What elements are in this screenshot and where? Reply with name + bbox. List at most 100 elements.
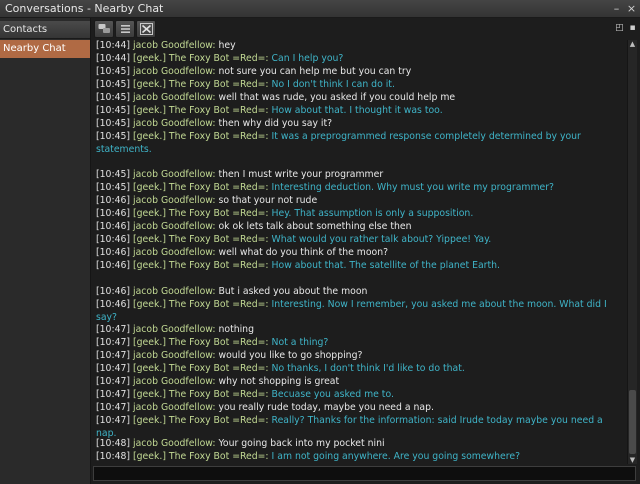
chat-line: [10:45] jacob Goodfellow: well that was … bbox=[96, 92, 621, 105]
chat-timestamp: [10:47] bbox=[96, 415, 131, 426]
minimize-icon[interactable]: – bbox=[611, 3, 622, 14]
chat-message-text: nothing bbox=[218, 324, 254, 335]
chat-timestamp: [10:47] bbox=[96, 363, 131, 374]
close-window-icon[interactable]: × bbox=[626, 3, 637, 14]
chat-sender-name[interactable]: [geek.] The Foxy Bot =Red=: bbox=[133, 299, 269, 310]
close-x-icon bbox=[140, 23, 153, 35]
chat-timestamp: [10:45] bbox=[96, 182, 131, 193]
chat-message-text: ok ok lets talk about something else the… bbox=[218, 221, 412, 232]
chat-line: [10:47] [geek.] The Foxy Bot =Red=: Becu… bbox=[96, 389, 621, 402]
chat-message-text: Your going back into my pocket nini bbox=[218, 438, 385, 449]
chat-timestamp: [10:46] bbox=[96, 299, 131, 310]
chat-sender-name[interactable]: [geek.] The Foxy Bot =Red=: bbox=[133, 337, 269, 348]
chat-timestamp: [10:45] bbox=[96, 92, 131, 103]
chat-sender-name[interactable]: [geek.] The Foxy Bot =Red=: bbox=[133, 234, 269, 245]
chat-sender-name[interactable]: [geek.] The Foxy Bot =Red=: bbox=[133, 105, 269, 116]
chat-line: [10:46] [geek.] The Foxy Bot =Red=: Hey.… bbox=[96, 208, 621, 221]
chat-timestamp: [10:45] bbox=[96, 105, 131, 116]
collapse-icon[interactable]: ▪ bbox=[628, 24, 637, 33]
chat-input[interactable] bbox=[93, 466, 636, 481]
chat-line: [10:44] [geek.] The Foxy Bot =Red=: Can … bbox=[96, 53, 621, 66]
chat-message-text: Can I help you? bbox=[271, 53, 344, 64]
chat-line: [10:47] jacob Goodfellow: would you like… bbox=[96, 350, 621, 363]
list-icon bbox=[121, 25, 130, 33]
chat-line: [10:46] jacob Goodfellow: well what do y… bbox=[96, 247, 621, 260]
chat-message-text: No I don't think I can do it. bbox=[271, 79, 395, 90]
chat-timestamp: [10:46] bbox=[96, 247, 131, 258]
title-bar: Conversations - Nearby Chat – × bbox=[0, 0, 640, 18]
chat-sender-name[interactable]: jacob Goodfellow: bbox=[133, 350, 216, 361]
chat-sender-name[interactable]: [geek.] The Foxy Bot =Red=: bbox=[133, 389, 269, 400]
chat-timestamp: [10:45] bbox=[96, 66, 131, 77]
chat-sender-name[interactable]: jacob Goodfellow: bbox=[133, 221, 216, 232]
conversation-button[interactable] bbox=[94, 20, 114, 38]
chat-sender-name[interactable]: jacob Goodfellow: bbox=[133, 438, 216, 449]
chat-message-text: then why did you say it? bbox=[218, 118, 333, 129]
chat-timestamp: [10:47] bbox=[96, 337, 131, 348]
chat-sender-name[interactable]: jacob Goodfellow: bbox=[133, 40, 216, 51]
chat-sender-name[interactable]: [geek.] The Foxy Bot =Red=: bbox=[133, 415, 269, 426]
chat-sender-name[interactable]: [geek.] The Foxy Bot =Red=: bbox=[133, 79, 269, 90]
chat-history-button[interactable] bbox=[115, 20, 135, 38]
chat-sender-name[interactable]: [geek.] The Foxy Bot =Red=: bbox=[133, 53, 269, 64]
chat-message-text: Not a thing? bbox=[271, 337, 329, 348]
chat-message-text: What would you rather talk about? Yippee… bbox=[271, 234, 492, 245]
scroll-up-icon[interactable]: ▲ bbox=[628, 40, 637, 48]
chat-sender-name[interactable]: [geek.] The Foxy Bot =Red=: bbox=[133, 363, 269, 374]
chat-line: [10:47] jacob Goodfellow: why not shoppi… bbox=[96, 376, 621, 389]
chat-line: [10:44] jacob Goodfellow: hey bbox=[96, 40, 621, 53]
chat-timestamp: [10:44] bbox=[96, 53, 131, 64]
leave-conversation-button[interactable] bbox=[136, 20, 156, 38]
sidebar-item-nearby-chat[interactable]: Nearby Chat bbox=[0, 40, 90, 58]
chat-sender-name[interactable]: jacob Goodfellow: bbox=[133, 169, 216, 180]
chat-sender-name[interactable]: [geek.] The Foxy Bot =Red=: bbox=[133, 208, 269, 219]
chat-line: [10:45] [geek.] The Foxy Bot =Red=: How … bbox=[96, 105, 621, 118]
chat-line: [10:46] jacob Goodfellow: ok ok lets tal… bbox=[96, 221, 621, 234]
chat-sender-name[interactable]: jacob Goodfellow: bbox=[133, 118, 216, 129]
chat-sender-name[interactable]: jacob Goodfellow: bbox=[133, 286, 216, 297]
scrollbar-thumb[interactable] bbox=[629, 390, 636, 454]
chat-line: [10:45] jacob Goodfellow: then why did y… bbox=[96, 118, 621, 131]
chat-sender-name[interactable]: [geek.] The Foxy Bot =Red=: bbox=[133, 182, 269, 193]
chat-sender-name[interactable]: jacob Goodfellow: bbox=[133, 324, 216, 335]
chat-timestamp: [10:45] bbox=[96, 118, 131, 129]
chat-sender-name[interactable]: [geek.] The Foxy Bot =Red=: bbox=[133, 260, 269, 271]
chat-message-text: not sure you can help me but you can try bbox=[218, 66, 412, 77]
chat-message-text: well what do you think of the moon? bbox=[218, 247, 389, 258]
chat-message-text: well that was rude, you asked if you cou… bbox=[218, 92, 456, 103]
chat-message-text: then I must write your programmer bbox=[218, 169, 384, 180]
chat-line: [10:47] [geek.] The Foxy Bot =Red=: No t… bbox=[96, 363, 621, 376]
chat-timestamp: [10:48] bbox=[96, 438, 131, 449]
chat-line: [10:45] [geek.] The Foxy Bot =Red=: Inte… bbox=[96, 182, 621, 195]
chat-sender-name[interactable]: [geek.] The Foxy Bot =Red=: bbox=[133, 451, 269, 462]
chat-line: [10:48] jacob Goodfellow: Your going bac… bbox=[96, 438, 621, 451]
chat-message-text: Interesting deduction. Why must you writ… bbox=[271, 182, 554, 193]
chat-line: [10:46] [geek.] The Foxy Bot =Red=: How … bbox=[96, 260, 621, 273]
chat-sender-name[interactable]: jacob Goodfellow: bbox=[133, 92, 216, 103]
chat-sender-name[interactable]: [geek.] The Foxy Bot =Red=: bbox=[133, 131, 269, 142]
chat-timestamp: [10:45] bbox=[96, 131, 131, 142]
chat-sender-name[interactable]: jacob Goodfellow: bbox=[133, 66, 216, 77]
chat-line: [10:46] jacob Goodfellow: so that your n… bbox=[96, 195, 621, 208]
chat-scrollbar[interactable]: ▲ ▼ bbox=[627, 40, 637, 464]
chat-sender-name[interactable]: jacob Goodfellow: bbox=[133, 376, 216, 387]
chat-timestamp: [10:47] bbox=[96, 350, 131, 361]
chat-timestamp: [10:44] bbox=[96, 40, 131, 51]
chat-sender-name[interactable]: jacob Goodfellow: bbox=[133, 402, 216, 413]
chat-message-text: Becuase you asked me to. bbox=[271, 389, 394, 400]
chat-timestamp: [10:46] bbox=[96, 221, 131, 232]
chat-message-text: you really rude today, maybe you need a … bbox=[218, 402, 434, 413]
sidebar-item-contacts[interactable]: Contacts bbox=[0, 21, 90, 39]
chat-timestamp: [10:46] bbox=[96, 286, 131, 297]
chat-sender-name[interactable]: jacob Goodfellow: bbox=[133, 247, 216, 258]
undock-icon[interactable]: ◰ bbox=[615, 24, 624, 33]
chat-line: [10:46] jacob Goodfellow: But i asked yo… bbox=[96, 286, 621, 299]
chat-message-text: No thanks, I don't think I'd like to do … bbox=[271, 363, 465, 374]
chat-sender-name[interactable]: jacob Goodfellow: bbox=[133, 195, 216, 206]
chat-line: [10:45] [geek.] The Foxy Bot =Red=: It w… bbox=[96, 131, 621, 157]
chat-timestamp: [10:46] bbox=[96, 234, 131, 245]
chat-line: [10:46] [geek.] The Foxy Bot =Red=: What… bbox=[96, 234, 621, 247]
chat-timestamp: [10:47] bbox=[96, 376, 131, 387]
chat-message-text: But i asked you about the moon bbox=[218, 286, 368, 297]
scroll-down-icon[interactable]: ▼ bbox=[628, 456, 637, 464]
